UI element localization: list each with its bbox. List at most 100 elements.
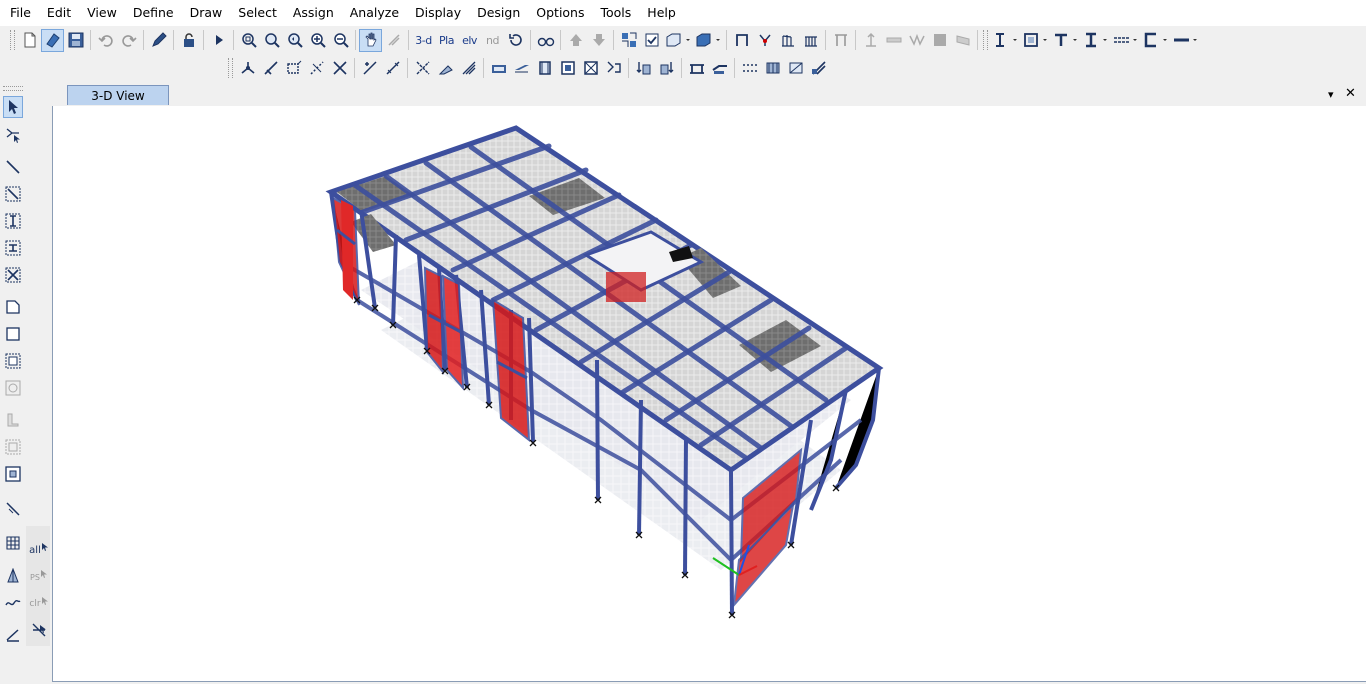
draw-secondary-beam-icon[interactable] <box>3 237 23 259</box>
load-up-icon[interactable] <box>859 29 882 52</box>
rotate-view-icon[interactable] <box>504 29 527 52</box>
draw-brace-region-icon[interactable] <box>3 264 23 286</box>
menu-analyze[interactable]: Analyze <box>342 0 407 26</box>
menu-define[interactable]: Define <box>125 0 182 26</box>
deck-icon[interactable] <box>928 29 951 52</box>
redo-icon[interactable] <box>117 29 140 52</box>
move-up-icon[interactable] <box>564 29 587 52</box>
menu-view[interactable]: View <box>79 0 125 26</box>
assign-diaphragm-icon[interactable] <box>282 57 305 80</box>
open-model-icon[interactable] <box>41 28 64 52</box>
move-down-icon[interactable] <box>587 29 610 52</box>
section-double-line-icon[interactable] <box>1111 29 1141 52</box>
previous-selection-button[interactable]: PS <box>28 566 50 588</box>
menu-assign[interactable]: Assign <box>285 0 342 26</box>
assign-release-icon[interactable] <box>305 57 328 80</box>
menu-file[interactable]: File <box>0 0 39 26</box>
draw-grid-icon[interactable] <box>3 532 23 554</box>
menu-help[interactable]: Help <box>639 0 684 26</box>
brace-icon[interactable] <box>753 29 776 52</box>
section-wide-flange-icon[interactable] <box>1081 29 1111 52</box>
draw-wall-region-icon[interactable] <box>3 436 23 458</box>
draw-dimension-icon[interactable] <box>3 498 23 520</box>
display-joint-loads-icon[interactable] <box>632 57 655 80</box>
draw-rectangular-area-icon[interactable] <box>3 323 23 345</box>
assign-wind-load-icon[interactable] <box>602 57 625 80</box>
section-plate-icon[interactable] <box>1171 29 1201 52</box>
section-box-icon[interactable] <box>1021 29 1051 52</box>
display-forces-icon[interactable] <box>738 57 761 80</box>
assign-area-load-icon[interactable] <box>457 57 480 80</box>
draw-column-region-icon[interactable] <box>3 210 23 232</box>
menu-edit[interactable]: Edit <box>39 0 79 26</box>
assign-area-section-icon[interactable] <box>411 57 434 80</box>
draw-area-region-icon[interactable] <box>3 350 23 372</box>
truss-icon[interactable] <box>905 29 928 52</box>
draw-opening-icon[interactable] <box>3 463 23 485</box>
menu-display[interactable]: Display <box>407 0 469 26</box>
reshape-icon[interactable] <box>3 124 23 146</box>
display-deformed-shape-icon[interactable] <box>708 57 731 80</box>
assign-area-modifier-icon[interactable] <box>434 57 457 80</box>
section-channel-icon[interactable] <box>1141 29 1171 52</box>
select-pointer-icon[interactable] <box>3 96 23 118</box>
draw-wall-icon[interactable] <box>3 409 23 431</box>
assign-restraint-icon[interactable] <box>259 57 282 80</box>
select-all-button[interactable]: all <box>28 539 50 561</box>
zoom-window-icon[interactable] <box>237 29 260 52</box>
tab-3d-view[interactable]: 3-D View <box>67 85 169 105</box>
display-stresses-icon[interactable] <box>761 57 784 80</box>
menu-draw[interactable]: Draw <box>182 0 231 26</box>
display-response-icon[interactable] <box>784 57 807 80</box>
assign-joint-icon[interactable] <box>236 57 259 80</box>
display-shell-loads-icon[interactable] <box>685 57 708 80</box>
load-pattern-icon[interactable] <box>951 29 974 52</box>
section-i-icon[interactable] <box>991 29 1021 52</box>
object-shrink-icon[interactable] <box>617 29 640 52</box>
menu-select[interactable]: Select <box>230 0 285 26</box>
assign-joint-load-icon[interactable] <box>487 57 510 80</box>
pan-icon[interactable] <box>359 28 382 52</box>
section-tee-icon[interactable] <box>1051 29 1081 52</box>
view-nd-button[interactable]: nd <box>481 29 504 52</box>
perspective-toggle-icon[interactable] <box>534 29 557 52</box>
window-menu-dropdown-icon[interactable]: ▾ <box>1328 88 1334 101</box>
zoom-out-icon[interactable] <box>329 29 352 52</box>
save-model-icon[interactable] <box>64 29 87 52</box>
model-viewport[interactable] <box>52 106 1366 682</box>
display-frame-loads-icon[interactable] <box>655 57 678 80</box>
assign-distributed-load-icon[interactable] <box>533 57 556 80</box>
close-view-icon[interactable]: ✕ <box>1345 86 1356 101</box>
assign-area-uniform-icon[interactable] <box>579 57 602 80</box>
draw-developed-elevation-icon[interactable] <box>3 592 23 614</box>
column-icon[interactable] <box>829 29 852 52</box>
zoom-in-icon[interactable] <box>306 29 329 52</box>
draw-circular-area-icon[interactable] <box>3 377 23 399</box>
menu-design[interactable]: Design <box>469 0 528 26</box>
zoom-restore-icon[interactable] <box>260 29 283 52</box>
view-3d-button[interactable]: 3-d <box>412 29 435 52</box>
draw-line-icon[interactable] <box>3 156 23 178</box>
frame-icon[interactable] <box>730 29 753 52</box>
grid-lines-icon[interactable] <box>776 29 799 52</box>
run-analysis-icon[interactable] <box>207 29 230 52</box>
display-design-info-icon[interactable] <box>807 57 830 80</box>
undo-icon[interactable] <box>94 29 117 52</box>
draw-reference-line-icon[interactable] <box>3 624 23 646</box>
lock-icon[interactable] <box>177 29 200 52</box>
object-fill-icon[interactable] <box>693 29 723 52</box>
assign-shell-load-icon[interactable] <box>556 57 579 80</box>
extrude-view-icon[interactable] <box>663 29 693 52</box>
new-model-icon[interactable] <box>18 29 41 52</box>
menu-options[interactable]: Options <box>528 0 592 26</box>
draw-area-icon[interactable] <box>3 296 23 318</box>
assign-frame-modifier-icon[interactable] <box>381 57 404 80</box>
pencil-icon[interactable] <box>147 29 170 52</box>
clear-selection-button[interactable]: clr <box>28 593 50 615</box>
floors-icon[interactable] <box>799 29 822 52</box>
draw-beam-region-icon[interactable] <box>3 183 23 205</box>
set-display-options-icon[interactable] <box>640 29 663 52</box>
assign-frame-load-icon[interactable] <box>510 57 533 80</box>
beam-icon[interactable] <box>882 29 905 52</box>
assign-frame-property-icon[interactable] <box>358 57 381 80</box>
